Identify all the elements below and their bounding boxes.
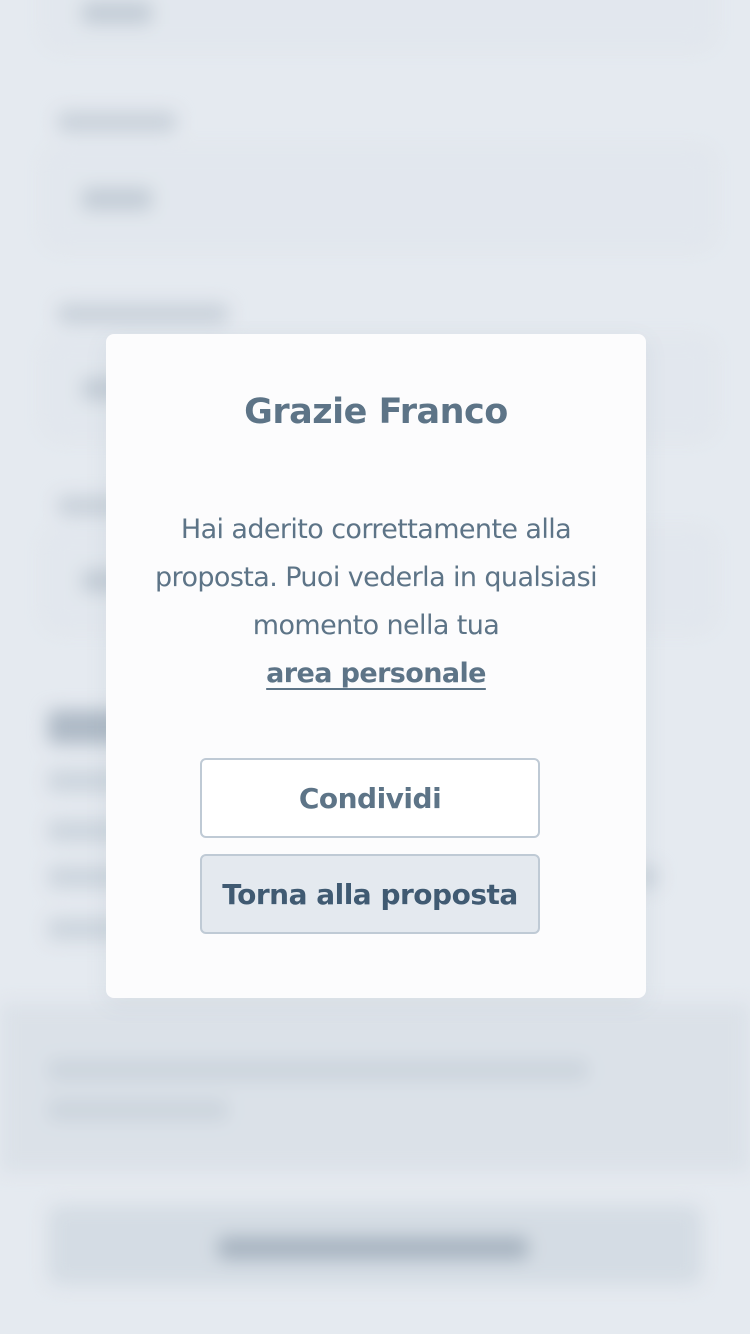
back-to-proposal-button[interactable]: Torna alla proposta xyxy=(200,854,540,934)
share-button[interactable]: Condividi xyxy=(200,758,540,838)
dialog-title: Grazie Franco xyxy=(244,392,508,432)
dialog-message: Hai aderito correttamente alla proposta.… xyxy=(146,506,606,698)
screen: Grazie Franco Hai aderito correttamente … xyxy=(0,0,750,1334)
confirmation-dialog: Grazie Franco Hai aderito correttamente … xyxy=(106,334,646,998)
personal-area-link[interactable]: area personale xyxy=(266,650,486,698)
dialog-message-text: Hai aderito correttamente alla proposta.… xyxy=(155,514,598,641)
